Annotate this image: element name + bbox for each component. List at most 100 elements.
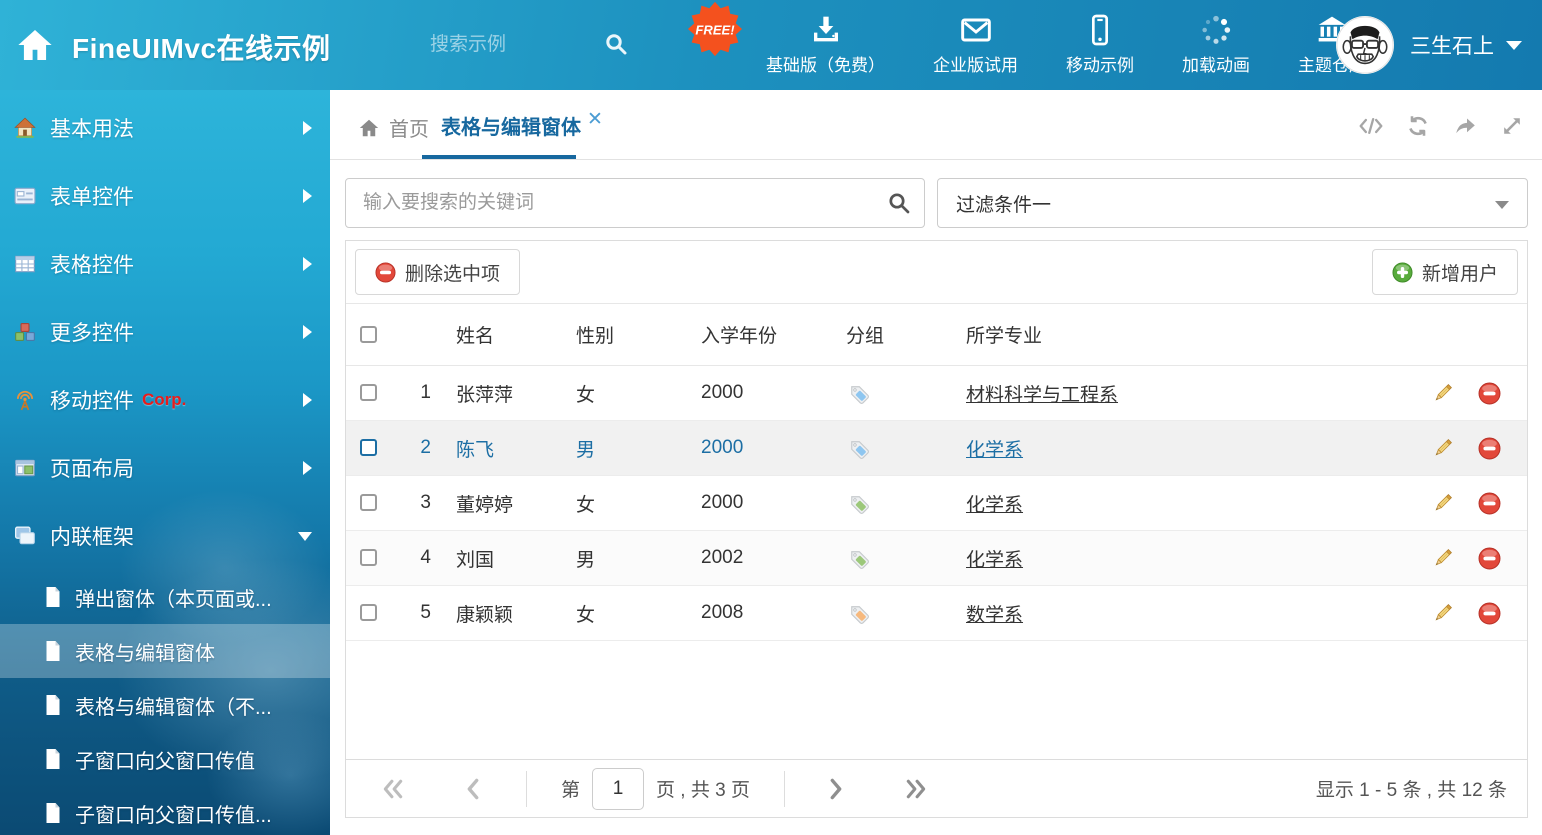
- header-search-input[interactable]: [430, 30, 580, 60]
- sidebar-item[interactable]: 内联框架: [0, 502, 330, 570]
- sidebar-item[interactable]: 更多控件: [0, 298, 330, 366]
- page-suffix: 页 , 共 3 页: [656, 775, 750, 802]
- tab-grid-edit-window[interactable]: 表格与编辑窗体✕: [441, 111, 603, 140]
- corp-badge: Corp.: [142, 390, 186, 410]
- spinner-icon: [1200, 14, 1232, 46]
- search-icon[interactable]: [887, 191, 911, 215]
- open-new-window-icon[interactable]: [1453, 114, 1477, 138]
- edit-pencil-icon[interactable]: [1431, 492, 1454, 515]
- free-badge-text: FREE!: [695, 23, 735, 38]
- delete-minus-icon[interactable]: [1478, 382, 1501, 405]
- refresh-icon[interactable]: [1406, 114, 1430, 138]
- chevron-right-icon: [303, 325, 312, 339]
- cell-name: 陈飞: [440, 435, 560, 462]
- last-page-button[interactable]: [905, 778, 927, 800]
- tab-tools: [1359, 114, 1524, 138]
- edit-pencil-icon[interactable]: [1431, 547, 1454, 570]
- header-nav-download[interactable]: 基础版（免费）: [742, 14, 909, 76]
- close-icon[interactable]: ✕: [587, 109, 603, 130]
- row-number: 2: [394, 437, 440, 459]
- add-user-button[interactable]: 新增用户: [1372, 249, 1518, 295]
- avatar[interactable]: [1336, 16, 1394, 74]
- phone-icon: [1084, 14, 1116, 46]
- major-link[interactable]: 化学系: [966, 550, 1023, 571]
- chevron-down-icon: [1506, 41, 1522, 50]
- table-empty-space: [346, 641, 1527, 759]
- major-link[interactable]: 化学系: [966, 440, 1023, 461]
- page-icon: [43, 802, 63, 824]
- search-icon[interactable]: [604, 32, 628, 56]
- envelope-icon: [960, 14, 992, 46]
- sidebar-subitem[interactable]: 表格与编辑窗体: [0, 624, 330, 678]
- tab-home-label: 首页: [389, 113, 429, 142]
- chevron-right-icon: [303, 461, 312, 475]
- keyword-search-box: [345, 178, 925, 228]
- first-page-button[interactable]: [382, 778, 404, 800]
- row-checkbox[interactable]: [360, 439, 377, 456]
- home-icon: [358, 117, 380, 139]
- sidebar-item[interactable]: 表格控件: [0, 230, 330, 298]
- frames-color-icon: [14, 525, 36, 547]
- sidebar-item[interactable]: 移动控件Corp.: [0, 366, 330, 434]
- tag-icon: [846, 601, 871, 626]
- page-number-input[interactable]: [592, 768, 644, 810]
- row-checkbox[interactable]: [360, 604, 377, 621]
- row-checkbox[interactable]: [360, 549, 377, 566]
- sidebar-item[interactable]: 页面布局: [0, 434, 330, 502]
- edit-pencil-icon[interactable]: [1431, 382, 1454, 405]
- tag-icon: [846, 436, 871, 461]
- home-icon[interactable]: [16, 26, 54, 64]
- cell-year: 2000: [685, 437, 830, 459]
- sidebar-item[interactable]: 基本用法: [0, 94, 330, 162]
- delete-minus-icon[interactable]: [1478, 492, 1501, 515]
- minus-circle-icon: [375, 262, 396, 283]
- table-row[interactable]: 1张萍萍女2000材料科学与工程系: [346, 366, 1527, 421]
- sidebar-item[interactable]: 表单控件: [0, 162, 330, 230]
- cell-gender: 女: [560, 490, 685, 517]
- keyword-search-input[interactable]: [345, 178, 925, 228]
- delete-selected-label: 删除选中项: [405, 259, 500, 286]
- download-icon: [810, 14, 842, 46]
- header-nav-spinner[interactable]: 加载动画: [1158, 14, 1274, 76]
- tag-icon: [846, 546, 871, 571]
- maximize-icon[interactable]: [1500, 114, 1524, 138]
- cell-year: 2008: [685, 602, 830, 624]
- tag-icon: [846, 381, 871, 406]
- table-row[interactable]: 3董婷婷女2000化学系: [346, 476, 1527, 531]
- edit-pencil-icon[interactable]: [1431, 437, 1454, 460]
- delete-selected-button[interactable]: 删除选中项: [355, 249, 520, 295]
- table-body: 1张萍萍女2000材料科学与工程系2陈飞男2000化学系3董婷婷女2000化学系…: [346, 366, 1527, 641]
- sidebar-subitem[interactable]: 弹出窗体（本页面或...: [0, 570, 330, 624]
- table-row[interactable]: 2陈飞男2000化学系: [346, 421, 1527, 476]
- major-link[interactable]: 化学系: [966, 495, 1023, 516]
- header-nav-label: 基础版（免费）: [766, 51, 885, 76]
- divider: [526, 771, 527, 807]
- row-checkbox[interactable]: [360, 494, 377, 511]
- row-checkbox[interactable]: [360, 384, 377, 401]
- next-page-button[interactable]: [825, 778, 847, 800]
- sidebar-subitem[interactable]: 表格与编辑窗体（不...: [0, 678, 330, 732]
- prev-page-button[interactable]: [462, 778, 484, 800]
- filter-dropdown[interactable]: 过滤条件一: [937, 178, 1528, 228]
- header-nav-phone[interactable]: 移动示例: [1042, 14, 1158, 76]
- source-code-icon[interactable]: [1359, 114, 1383, 138]
- filter-dropdown-value: 过滤条件一: [956, 190, 1051, 217]
- major-link[interactable]: 数学系: [966, 605, 1023, 626]
- edit-pencil-icon[interactable]: [1431, 602, 1454, 625]
- delete-minus-icon[interactable]: [1478, 547, 1501, 570]
- header-nav-envelope[interactable]: 企业版试用: [909, 14, 1042, 76]
- table-row[interactable]: 5康颖颖女2008数学系: [346, 586, 1527, 641]
- page-prefix: 第: [561, 775, 580, 802]
- select-all-checkbox[interactable]: [360, 326, 377, 343]
- major-link[interactable]: 材料科学与工程系: [966, 385, 1118, 406]
- sidebar-subitem[interactable]: 子窗口向父窗口传值: [0, 732, 330, 786]
- column-gender: 性别: [560, 321, 685, 348]
- user-menu[interactable]: 三生石上: [1336, 0, 1522, 90]
- cell-year: 2000: [685, 382, 830, 404]
- main-content: 首页 表格与编辑窗体✕ 过滤: [330, 90, 1542, 835]
- tab-home[interactable]: 首页: [358, 113, 429, 142]
- table-row[interactable]: 4刘国男2002化学系: [346, 531, 1527, 586]
- delete-minus-icon[interactable]: [1478, 437, 1501, 460]
- sidebar-subitem[interactable]: 子窗口向父窗口传值...: [0, 786, 330, 835]
- delete-minus-icon[interactable]: [1478, 602, 1501, 625]
